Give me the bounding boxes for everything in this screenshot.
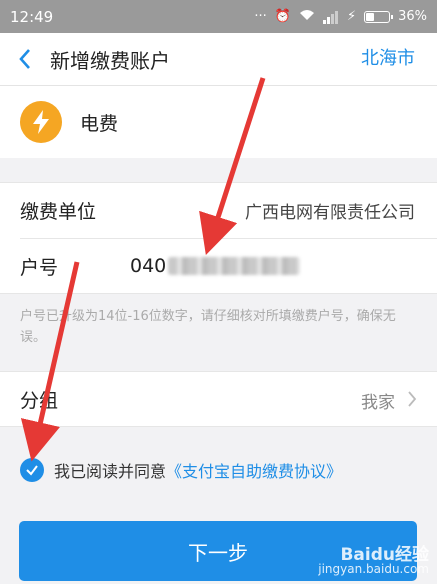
status-bar: 12:49 ··· ⏰ ⚡ 36%	[0, 0, 437, 33]
agreement-checkbox[interactable]	[20, 458, 44, 482]
wifi-icon	[299, 9, 315, 25]
battery-icon	[364, 10, 394, 23]
watermark-brand: Baidu经验	[340, 545, 429, 565]
checkmark-icon	[26, 465, 38, 476]
group-label: 分组	[20, 390, 59, 412]
city-selector[interactable]: 北海市	[361, 33, 415, 85]
account-number-row: 户号 040	[0, 239, 437, 293]
group-row[interactable]: 分组 我家	[0, 371, 437, 427]
account-number-value: 040	[130, 255, 167, 277]
agreement-text: 我已阅读并同意	[54, 462, 167, 481]
watermark-url: jingyan.baidu.com	[318, 562, 429, 576]
redacted-digits	[168, 257, 301, 275]
status-time: 12:49	[10, 7, 54, 26]
alarm-icon: ⏰	[274, 9, 291, 24]
signal-icon	[322, 9, 339, 24]
service-name: 电费	[80, 112, 119, 135]
charging-icon: ⚡	[346, 9, 357, 24]
service-card: 电费	[0, 86, 437, 158]
account-hint: 户号已升级为14位-16位数字，请仔细核对所填缴费户号，确保无误。	[20, 309, 396, 345]
group-value: 我家	[361, 393, 395, 413]
watermark: Baidu经验 jingyan.baidu.com	[318, 545, 429, 577]
account-form: 缴费单位 广西电网有限责任公司 户号 040	[0, 182, 437, 294]
account-number-label: 户号	[20, 256, 59, 279]
chevron-left-icon	[19, 49, 30, 69]
lightning-icon	[20, 101, 62, 143]
agreement-link[interactable]: 《支付宝自助缴费协议》	[166, 458, 342, 482]
status-icons: ··· ⏰ ⚡ 36%	[254, 9, 427, 25]
battery-percent: 36%	[398, 9, 427, 24]
back-button[interactable]	[0, 33, 50, 85]
payment-unit-row[interactable]: 缴费单位 广西电网有限责任公司	[0, 183, 437, 237]
dots-icon: ···	[254, 9, 267, 24]
page-title: 新增缴费账户	[50, 48, 170, 73]
account-number-input[interactable]: 040	[130, 255, 301, 277]
payment-unit-value: 广西电网有限责任公司	[245, 202, 415, 223]
payment-unit-label: 缴费单位	[20, 200, 97, 223]
agreement-row: 我已阅读并同意 《支付宝自助缴费协议》	[20, 455, 342, 485]
nav-bar: 新增缴费账户 北海市	[0, 33, 437, 86]
chevron-right-icon	[408, 391, 417, 407]
